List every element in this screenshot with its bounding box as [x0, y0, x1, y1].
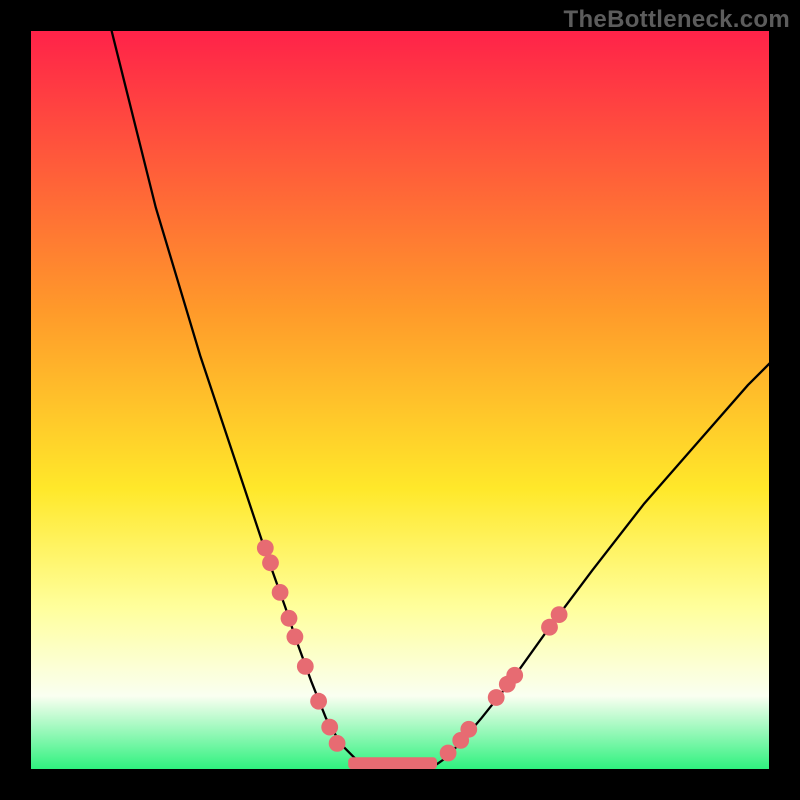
data-dot [281, 610, 298, 627]
data-dot [321, 719, 338, 736]
plot-background [30, 30, 770, 770]
chart-stage: TheBottleneck.com [0, 0, 800, 800]
data-dot [329, 735, 346, 752]
data-dot [287, 628, 304, 645]
watermark-text: TheBottleneck.com [564, 6, 790, 34]
valley-segment [348, 757, 437, 769]
data-dot [257, 540, 274, 557]
data-dot [272, 584, 289, 601]
data-dot [297, 658, 314, 675]
data-dot [506, 667, 523, 684]
data-dot [551, 606, 568, 623]
data-dot [310, 693, 327, 710]
data-dot [460, 721, 477, 738]
data-dot [262, 554, 279, 571]
data-dot [440, 745, 457, 762]
data-dot [488, 689, 505, 706]
chart-svg [0, 0, 800, 800]
